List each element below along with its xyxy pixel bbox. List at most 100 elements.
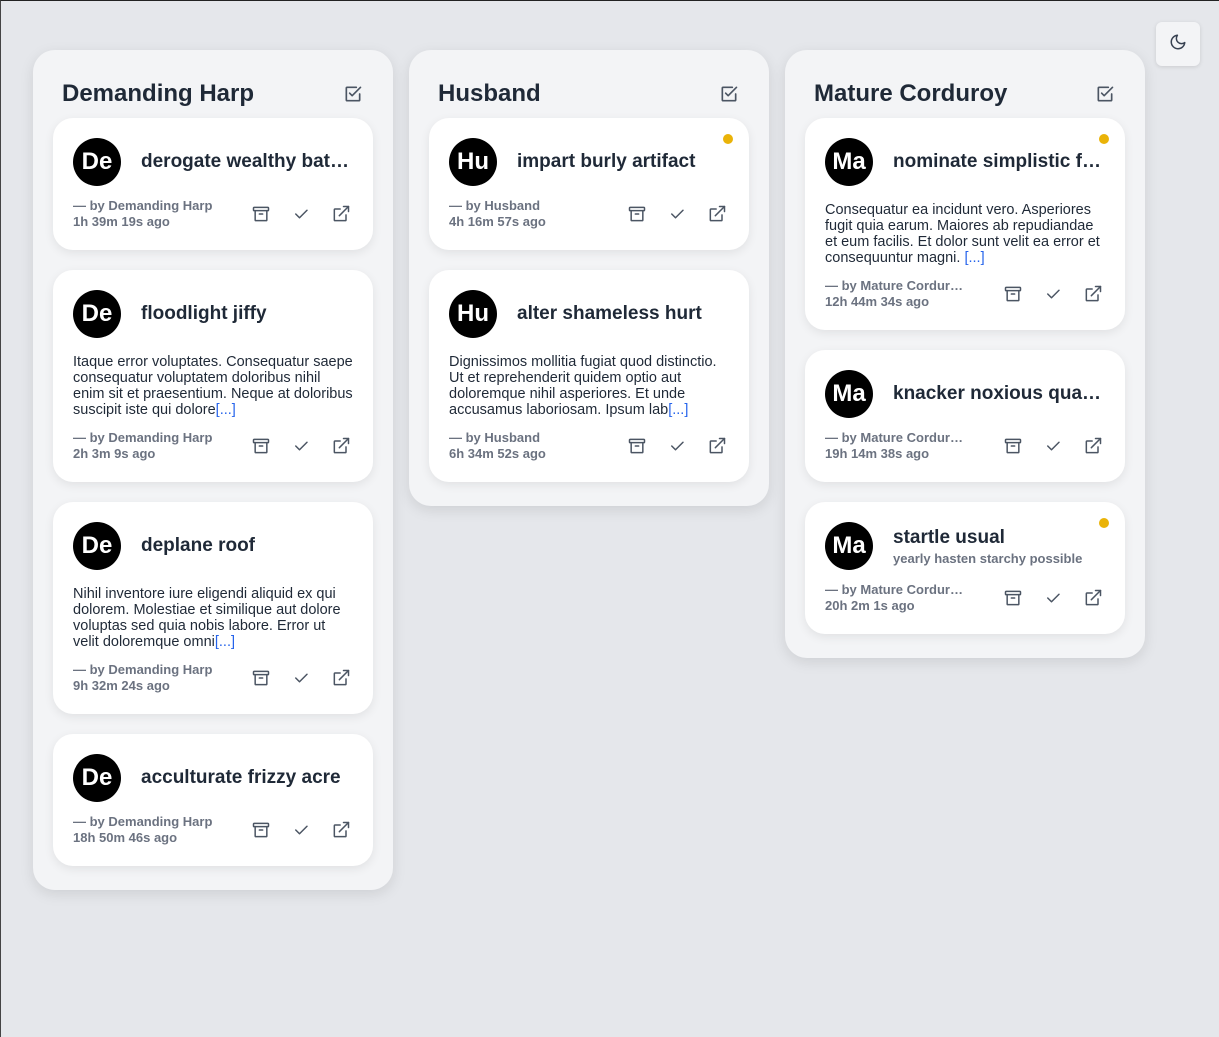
card-title[interactable]: deplane roof [141, 535, 353, 557]
read-more-link[interactable]: [...] [216, 402, 236, 418]
read-more-link[interactable]: [...] [964, 250, 984, 266]
unread-dot [723, 134, 733, 144]
external-link-icon[interactable] [705, 434, 729, 458]
card-author: — by Demanding Harp [73, 662, 213, 677]
check-icon[interactable] [665, 202, 689, 226]
column-header: Husband [429, 70, 749, 118]
external-link-icon[interactable] [1081, 586, 1105, 610]
card-author: — by Demanding Harp [73, 198, 213, 213]
avatar: Ma [825, 370, 873, 418]
card-title[interactable]: derogate wealthy bat… [141, 151, 353, 173]
check-icon[interactable] [1041, 434, 1065, 458]
card-title-wrap: startle usual yearly hasten starchy poss… [893, 527, 1105, 566]
card-header: De deplane roof [73, 522, 353, 570]
card-actions [1001, 586, 1105, 610]
external-link-icon[interactable] [329, 434, 353, 458]
archive-icon[interactable] [249, 434, 273, 458]
archive-icon[interactable] [249, 818, 273, 842]
check-icon[interactable] [665, 434, 689, 458]
card-actions [249, 202, 353, 226]
card-header: Ma nominate simplistic f… [825, 138, 1105, 186]
archive-icon[interactable] [625, 434, 649, 458]
archive-icon[interactable] [1001, 434, 1025, 458]
card-meta: — by Demanding Harp 18h 50m 46s ago [73, 814, 212, 846]
check-icon[interactable] [1041, 282, 1065, 306]
card-footer: — by Mature Cordur… 20h 2m 1s ago [825, 582, 1105, 614]
card-title[interactable]: impart burly artifact [517, 151, 729, 173]
card[interactable]: Ma startle usual yearly hasten starchy p… [805, 502, 1125, 634]
card-title[interactable]: knacker noxious quan… [893, 383, 1105, 405]
card-author: — by Husband [449, 198, 541, 213]
card-time: 1h 39m 19s ago [73, 214, 170, 229]
card-author: — by Mature Cordur… [825, 430, 963, 445]
card-title-wrap: acculturate frizzy acre [141, 767, 353, 789]
card-title-wrap: deplane roof [141, 535, 353, 557]
archive-icon[interactable] [249, 666, 273, 690]
card-meta: — by Mature Cordur… 12h 44m 34s ago [825, 278, 963, 310]
read-more-link[interactable]: [...] [215, 634, 235, 650]
card-meta: — by Mature Cordur… 19h 14m 38s ago [825, 430, 963, 462]
checkbox-icon[interactable] [1093, 82, 1117, 106]
external-link-icon[interactable] [329, 202, 353, 226]
card-title[interactable]: alter shameless hurt [517, 303, 729, 325]
card-title-wrap: knacker noxious quan… [893, 383, 1105, 405]
card[interactable]: Hu alter shameless hurt Dignissimos moll… [429, 270, 749, 482]
column-title: Mature Corduroy [814, 80, 1008, 107]
card-title[interactable]: floodlight jiffy [141, 303, 353, 325]
external-link-icon[interactable] [329, 666, 353, 690]
archive-icon[interactable] [1001, 586, 1025, 610]
card[interactable]: Ma nominate simplistic f… Consequatur ea… [805, 118, 1125, 330]
card-title-wrap: nominate simplistic f… [893, 151, 1105, 173]
archive-icon[interactable] [625, 202, 649, 226]
avatar: De [73, 522, 121, 570]
card-footer: — by Mature Cordur… 12h 44m 34s ago [825, 278, 1105, 310]
archive-icon[interactable] [249, 202, 273, 226]
card-meta: — by Demanding Harp 9h 32m 24s ago [73, 662, 212, 694]
archive-icon[interactable] [1001, 282, 1025, 306]
card[interactable]: Hu impart burly artifact — by Husband 4h… [429, 118, 749, 250]
card-actions [625, 434, 729, 458]
card-title-wrap: derogate wealthy bat… [141, 151, 353, 173]
card-body: Itaque error voluptates. Consequatur sae… [73, 354, 353, 418]
card-actions [1001, 282, 1105, 306]
external-link-icon[interactable] [1081, 434, 1105, 458]
external-link-icon[interactable] [705, 202, 729, 226]
card[interactable]: Ma knacker noxious quan… — by Mature Cor… [805, 350, 1125, 482]
card-title[interactable]: startle usual [893, 527, 1105, 549]
card-actions [625, 202, 729, 226]
external-link-icon[interactable] [1081, 282, 1105, 306]
checkbox-icon[interactable] [717, 82, 741, 106]
card-body-text: Itaque error voluptates. Consequatur sae… [73, 354, 353, 418]
card[interactable]: De floodlight jiffy Itaque error volupta… [53, 270, 373, 482]
column-header: Demanding Harp [53, 70, 373, 118]
theme-toggle-button[interactable] [1156, 22, 1200, 66]
check-icon[interactable] [289, 666, 313, 690]
avatar: Ma [825, 522, 873, 570]
card-author: — by Demanding Harp [73, 430, 213, 445]
card[interactable]: De derogate wealthy bat… — by Demanding … [53, 118, 373, 250]
check-icon[interactable] [1041, 586, 1065, 610]
check-icon[interactable] [289, 202, 313, 226]
card-title[interactable]: nominate simplistic f… [893, 151, 1105, 173]
card[interactable]: De acculturate frizzy acre — by Demandin… [53, 734, 373, 866]
card-body-text: Consequatur ea incidunt vero. Asperiores… [825, 202, 1100, 266]
card-title-wrap: floodlight jiffy [141, 303, 353, 325]
card-time: 20h 2m 1s ago [825, 598, 915, 613]
check-icon[interactable] [289, 434, 313, 458]
card-footer: — by Demanding Harp 18h 50m 46s ago [73, 814, 353, 846]
checkbox-icon[interactable] [341, 82, 365, 106]
card-body: Nihil inventore iure eligendi aliquid ex… [73, 586, 353, 650]
column: Husband Hu impart burly artifact — by Hu… [409, 50, 769, 506]
card-title[interactable]: acculturate frizzy acre [141, 767, 353, 789]
check-icon[interactable] [289, 818, 313, 842]
avatar: De [73, 754, 121, 802]
card-time: 18h 50m 46s ago [73, 830, 178, 845]
card-actions [249, 818, 353, 842]
external-link-icon[interactable] [329, 818, 353, 842]
avatar: De [73, 138, 121, 186]
card-meta: — by Demanding Harp 2h 3m 9s ago [73, 430, 212, 462]
read-more-link[interactable]: [...] [668, 402, 688, 418]
card-actions [249, 434, 353, 458]
column-title: Husband [438, 80, 541, 107]
card[interactable]: De deplane roof Nihil inventore iure eli… [53, 502, 373, 714]
